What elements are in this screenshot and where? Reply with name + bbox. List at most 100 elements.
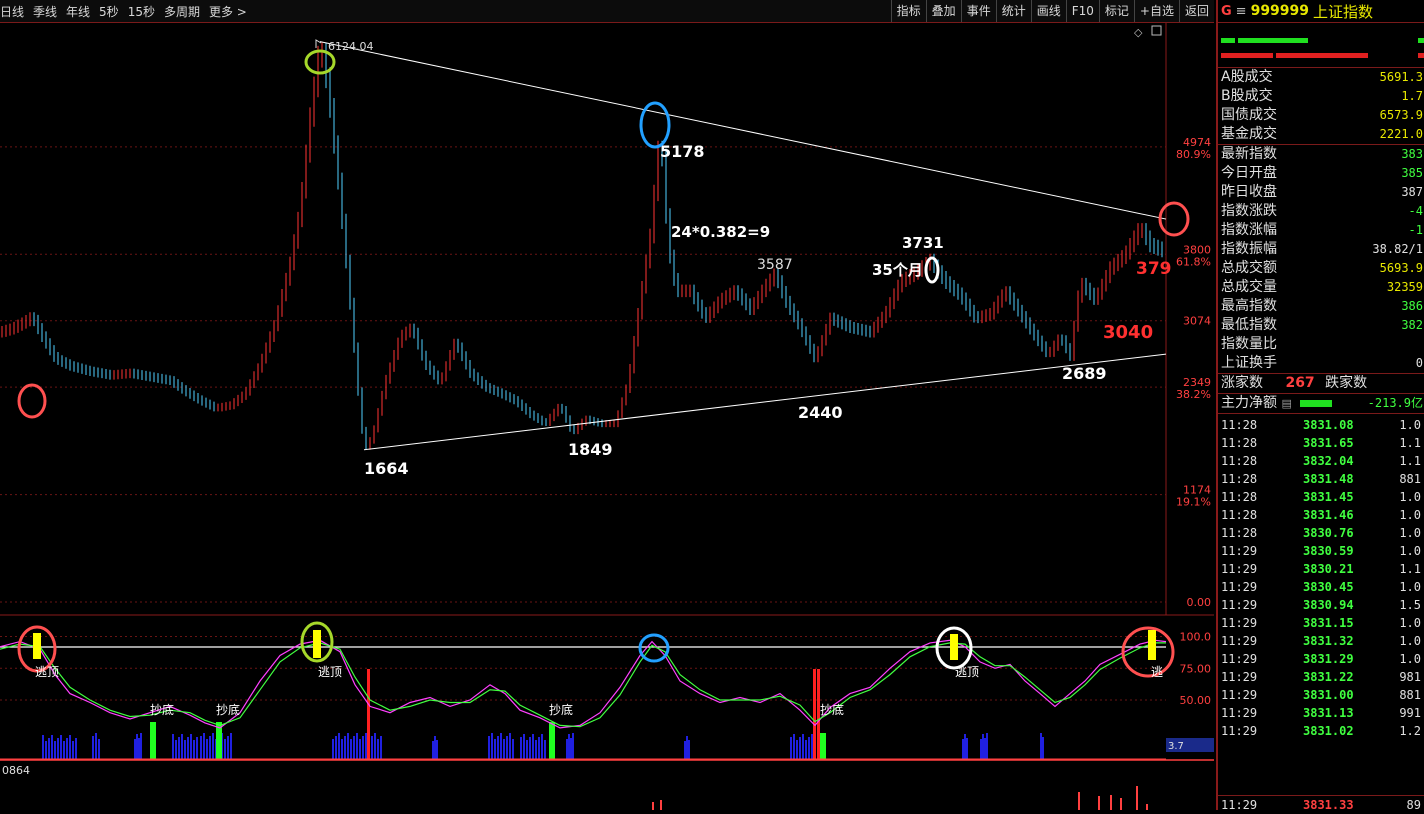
signal-bar-blue [520,737,522,759]
tick-vol: 1.0 [1399,418,1421,432]
signal-bar-blue [98,739,100,759]
signal-bar-blue [523,734,525,759]
chart-actions: 指标 叠加 事件 统计 画线 F10 标记 +自选 返回 [890,0,1214,22]
list-icon[interactable]: ▤ [1281,397,1291,410]
signal-bar-blue [181,734,183,759]
annotation-label: 35个月 [872,261,923,279]
stat-label: 最高指数 [1221,298,1277,314]
back-button[interactable]: 返回 [1178,0,1214,22]
volume-bar [1098,796,1100,810]
indicator-button[interactable]: 指标 [890,0,926,22]
period-selector: 日线 季线 年线 5秒 15秒 多周期 更多 > [0,0,256,22]
turnover-stats: A股成交 5691.3 B股成交 1.7 国债成交 6573.9 基金成交 2221.0 [1218,67,1424,144]
menu-icon[interactable]: ≡ [1236,4,1247,19]
tick-time: 11:29 [1221,580,1258,594]
overlay-button[interactable]: 叠加 [925,0,961,22]
signal-bar-blue [353,736,355,759]
tick-price: 3831.15 [1303,616,1354,630]
signal-bar-blue [684,741,686,759]
period-daily[interactable]: 日线 [0,3,24,20]
marker-circle-blue [639,101,671,149]
quote-panel: G ≡ 999999 上证指数 A股成交 5691.3 B股成交 1.7 国债成交 657… [1216,0,1424,812]
tick-row: 11:29 3831.32 1.0 [1218,632,1424,650]
tick-time: 11:29 [1221,562,1258,576]
signal-bar-blue [811,734,813,759]
signal-bar-blue [982,734,984,759]
signal-bar-blue [341,739,343,759]
tick-vol: 1.0 [1399,652,1421,666]
tick-row: 11:29 3831.22 981 [1218,668,1424,686]
tick-row: 11:29 3830.21 1.1 [1218,560,1424,578]
tick-row: 11:29 3831.02 1.2 [1218,722,1424,740]
tick-vol: 1.0 [1399,544,1421,558]
tick-time: 11:29 [1221,706,1258,720]
draw-line-button[interactable]: 画线 [1030,0,1066,22]
events-button[interactable]: 事件 [960,0,996,22]
index-row: 指数振幅 38.82/1 [1218,240,1424,259]
marker-circle-red-left [17,383,47,419]
index-chart[interactable]: ◇ 497480.9%380061.8%3074234938.2%117419.… [0,23,1214,810]
stat-value: 385 [1401,166,1423,180]
tick-price: 3831.46 [1303,508,1354,522]
signal-bar-blue [491,733,493,759]
signal-bar-blue [203,733,205,759]
diamond-icon[interactable]: ◇ [1134,26,1143,39]
last-tick: 11:29 3831.33 89 [1218,795,1424,814]
period-multi[interactable]: 多周期 [164,3,200,20]
tick-price: 3831.29 [1303,652,1354,666]
lower-pane-bars [652,786,1148,810]
period-quarterly[interactable]: 季线 [33,3,57,20]
indicator-label: 逃顶 [318,665,342,679]
signal-bar-blue [538,737,540,759]
stat-value: 38.82/1 [1372,242,1423,256]
signal-bar-blue [178,737,180,759]
tick-vol: 1.0 [1399,580,1421,594]
tick-price: 3831.02 [1303,724,1354,738]
tick-vol: 1.0 [1399,634,1421,648]
signal-bar-blue [206,739,208,759]
mark-button[interactable]: 标记 [1098,0,1134,22]
period-5s[interactable]: 5秒 [99,3,119,20]
signal-bar-blue [535,740,537,759]
tick-price: 3831.33 [1303,798,1354,812]
main-flow-bar [1300,399,1333,407]
signal-bar-blue [509,733,511,759]
tick-time: 11:28 [1221,454,1258,468]
tick-row: 11:28 3831.48 881 [1218,470,1424,488]
volume-bar [652,802,654,810]
trendline-upper [319,41,1167,220]
signal-bar-blue [72,741,74,759]
indicator-lines [0,639,1167,729]
signal-bar-blue [136,734,138,759]
code-badge: G [1221,3,1232,19]
signal-bar-blue [95,733,97,759]
turnover-row: A股成交 5691.3 [1218,68,1424,87]
signal-bar-blue [212,733,214,759]
period-more[interactable]: 更多 > [209,3,247,20]
period-yearly[interactable]: 年线 [66,3,90,20]
signal-bar-blue [1042,737,1044,759]
signal-bar-blue [184,740,186,759]
add-watchlist-button[interactable]: +自选 [1133,0,1179,22]
signal-bar-blue [796,740,798,759]
index-row: 今日开盘 385 [1218,164,1424,183]
index-row: 最新指数 383 [1218,145,1424,164]
down-count-label: 跌家数 [1325,375,1368,391]
signal-bar-blue [338,733,340,759]
indicator-label: 逃顶 [955,665,979,679]
signal-bar-blue [541,734,543,759]
f10-button[interactable]: F10 [1065,0,1099,22]
window-toggle-icon[interactable] [1151,25,1162,36]
index-row: 总成交量 32359 [1218,278,1424,297]
period-15s[interactable]: 15秒 [128,3,155,20]
stats-button[interactable]: 统计 [995,0,1031,22]
tick-volume: 89 [1406,798,1421,812]
signal-bar-blue [42,735,44,759]
signal-bar-blue [964,734,966,759]
stat-value: 1.7 [1401,89,1423,103]
price-candles [1,42,1163,450]
quote-title: G ≡ 999999 上证指数 [1218,0,1424,23]
tick-time: 11:29 [1221,598,1258,612]
stat-label: 总成交额 [1221,260,1277,276]
indicator-label: 抄底 [549,702,573,717]
